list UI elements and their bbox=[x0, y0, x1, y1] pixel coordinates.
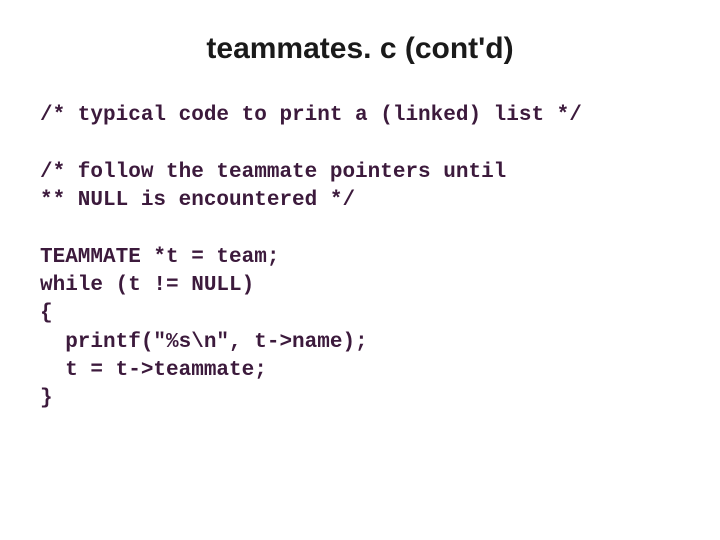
code-line: } bbox=[40, 387, 53, 410]
code-line: /* follow the teammate pointers until bbox=[40, 161, 506, 184]
slide: teammates. c (cont'd) /* typical code to… bbox=[0, 0, 720, 540]
code-line: /* typical code to print a (linked) list… bbox=[40, 104, 582, 127]
code-line: ** NULL is encountered */ bbox=[40, 189, 355, 212]
code-line: printf("%s\n", t->name); bbox=[40, 331, 368, 354]
code-line: while (t != NULL) bbox=[40, 274, 254, 297]
code-line: { bbox=[40, 302, 53, 325]
code-line: TEAMMATE *t = team; bbox=[40, 246, 279, 269]
code-block: /* typical code to print a (linked) list… bbox=[40, 102, 680, 414]
slide-title: teammates. c (cont'd) bbox=[40, 32, 680, 66]
code-line: t = t->teammate; bbox=[40, 359, 267, 382]
